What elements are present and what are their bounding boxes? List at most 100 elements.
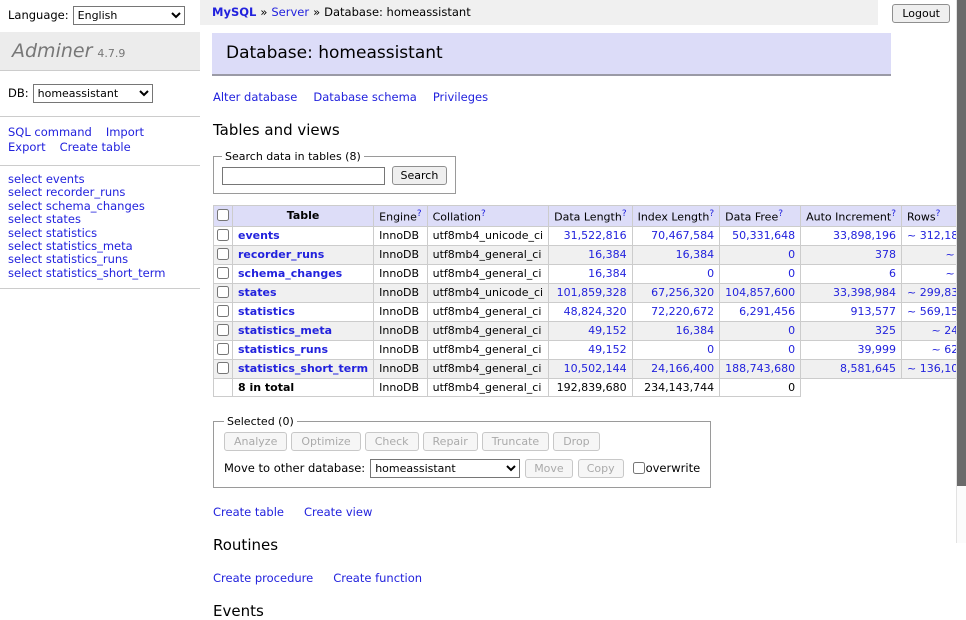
sidebar-action-link[interactable]: Import [106, 125, 144, 140]
auto_increment-link[interactable]: 33,898,196 [833, 229, 896, 242]
routine-link[interactable]: Create procedure [213, 571, 313, 585]
index_length-link[interactable]: 24,166,400 [651, 362, 714, 375]
sidebar-action-link[interactable]: SQL command [8, 125, 92, 140]
table-name-link[interactable]: states [238, 286, 277, 299]
analyze-button[interactable]: Analyze [224, 432, 287, 451]
overwrite-checkbox[interactable] [633, 462, 645, 474]
total-index-length: 234,143,744 [632, 378, 720, 396]
sidebar-select-link[interactable]: select statistics [8, 226, 97, 240]
logout-button[interactable]: Logout [892, 4, 950, 23]
index_length-link[interactable]: 16,384 [676, 324, 715, 337]
sidebar-select-link[interactable]: select events [8, 172, 85, 186]
index_length-link[interactable]: 72,220,672 [651, 305, 714, 318]
auto_increment-link[interactable]: 378 [875, 248, 896, 261]
table-name-link[interactable]: events [238, 229, 280, 242]
database-link[interactable]: Privileges [433, 90, 488, 104]
row-checkbox[interactable] [217, 229, 229, 241]
create-link[interactable]: Create table [213, 505, 284, 519]
breadcrumb-link[interactable]: MySQL [212, 5, 256, 19]
row-checkbox[interactable] [217, 362, 229, 374]
truncate-button[interactable]: Truncate [482, 432, 549, 451]
sidebar-select-link[interactable]: select statistics_runs [8, 252, 128, 266]
sidebar-action-link[interactable]: Export [8, 140, 46, 155]
index_length-link[interactable]: 16,384 [676, 248, 715, 261]
vertical-scrollbar[interactable] [956, 0, 966, 543]
table-name-link[interactable]: statistics_runs [238, 343, 328, 356]
table-name-link[interactable]: statistics [238, 305, 295, 318]
auto_increment-link[interactable]: 6 [889, 267, 896, 280]
data_length-link[interactable]: 16,384 [588, 267, 627, 280]
auto_increment-link[interactable]: 913,577 [851, 305, 897, 318]
data_length-link[interactable]: 48,824,320 [564, 305, 627, 318]
data_free-link[interactable]: 0 [788, 343, 795, 356]
index_length-link[interactable]: 67,256,320 [651, 286, 714, 299]
data_length-link[interactable]: 49,152 [588, 324, 627, 337]
data_free-link[interactable]: 0 [788, 324, 795, 337]
column-help-link[interactable]: ? [891, 209, 896, 219]
table-name-link[interactable]: statistics_short_term [238, 362, 368, 375]
data_free-link[interactable]: 50,331,648 [732, 229, 795, 242]
data_free-link[interactable]: 104,857,600 [725, 286, 795, 299]
sidebar-select-link[interactable]: select states [8, 212, 81, 226]
column-help-link[interactable]: ? [417, 209, 422, 219]
row-check-cell [214, 264, 233, 283]
auto_increment-link[interactable]: 39,999 [858, 343, 897, 356]
sidebar-select-link[interactable]: select recorder_runs [8, 185, 125, 199]
drop-button[interactable]: Drop [553, 432, 599, 451]
search-input[interactable] [222, 167, 385, 185]
scrollbar-thumb[interactable] [957, 0, 966, 486]
auto_increment-link[interactable]: 33,398,984 [833, 286, 896, 299]
app-title: Adminer [12, 40, 92, 62]
data_length-link[interactable]: 31,522,816 [564, 229, 627, 242]
data_free-link[interactable]: 6,291,456 [739, 305, 795, 318]
sidebar-select-link[interactable]: select schema_changes [8, 199, 145, 213]
move-db-select[interactable]: homeassistant [370, 459, 520, 478]
total-check-cell [214, 378, 233, 396]
column-help-link[interactable]: ? [936, 209, 941, 219]
auto_increment-link[interactable]: 325 [875, 324, 896, 337]
column-help-link[interactable]: ? [778, 209, 783, 219]
column-label: Engine [379, 211, 417, 224]
row-checkbox[interactable] [217, 324, 229, 336]
repair-button[interactable]: Repair [423, 432, 478, 451]
row-checkbox[interactable] [217, 248, 229, 260]
index_length-link[interactable]: 0 [707, 267, 714, 280]
column-help-link[interactable]: ? [622, 209, 627, 219]
create-link[interactable]: Create view [304, 505, 372, 519]
column-help-link[interactable]: ? [709, 209, 714, 219]
table-name-link[interactable]: recorder_runs [238, 248, 324, 261]
row-checkbox[interactable] [217, 286, 229, 298]
select-all-checkbox[interactable] [217, 209, 229, 221]
language-select[interactable]: English [73, 6, 185, 25]
row-checkbox[interactable] [217, 343, 229, 355]
data_length-link[interactable]: 10,502,144 [564, 362, 627, 375]
data_free-link[interactable]: 0 [788, 267, 795, 280]
copy-button[interactable]: Copy [578, 459, 624, 478]
table-name-link[interactable]: schema_changes [238, 267, 342, 280]
data_length-link[interactable]: 16,384 [588, 248, 627, 261]
db-select[interactable]: homeassistant [33, 84, 153, 103]
sidebar-action-link[interactable]: Create table [60, 140, 131, 155]
row-checkbox[interactable] [217, 267, 229, 279]
row-checkbox[interactable] [217, 305, 229, 317]
database-link[interactable]: Alter database [213, 90, 297, 104]
data_length-link[interactable]: 49,152 [588, 343, 627, 356]
optimize-button[interactable]: Optimize [291, 432, 360, 451]
sidebar-select-link[interactable]: select statistics_short_term [8, 266, 165, 280]
column-help-link[interactable]: ? [481, 209, 486, 219]
breadcrumb-link[interactable]: Server [271, 5, 309, 19]
data_free-link[interactable]: 188,743,680 [725, 362, 795, 375]
index_length-link[interactable]: 0 [707, 343, 714, 356]
move-button[interactable]: Move [525, 459, 573, 478]
index_length-link[interactable]: 70,467,584 [651, 229, 714, 242]
cell-table-name: events [233, 226, 374, 245]
database-link[interactable]: Database schema [313, 90, 416, 104]
search-button[interactable]: Search [392, 166, 448, 185]
sidebar-select-link[interactable]: select statistics_meta [8, 239, 133, 253]
auto_increment-link[interactable]: 8,581,645 [840, 362, 896, 375]
table-name-link[interactable]: statistics_meta [238, 324, 332, 337]
data_length-link[interactable]: 101,859,328 [557, 286, 627, 299]
routine-link[interactable]: Create function [333, 571, 422, 585]
data_free-link[interactable]: 0 [788, 248, 795, 261]
check-button[interactable]: Check [365, 432, 419, 451]
